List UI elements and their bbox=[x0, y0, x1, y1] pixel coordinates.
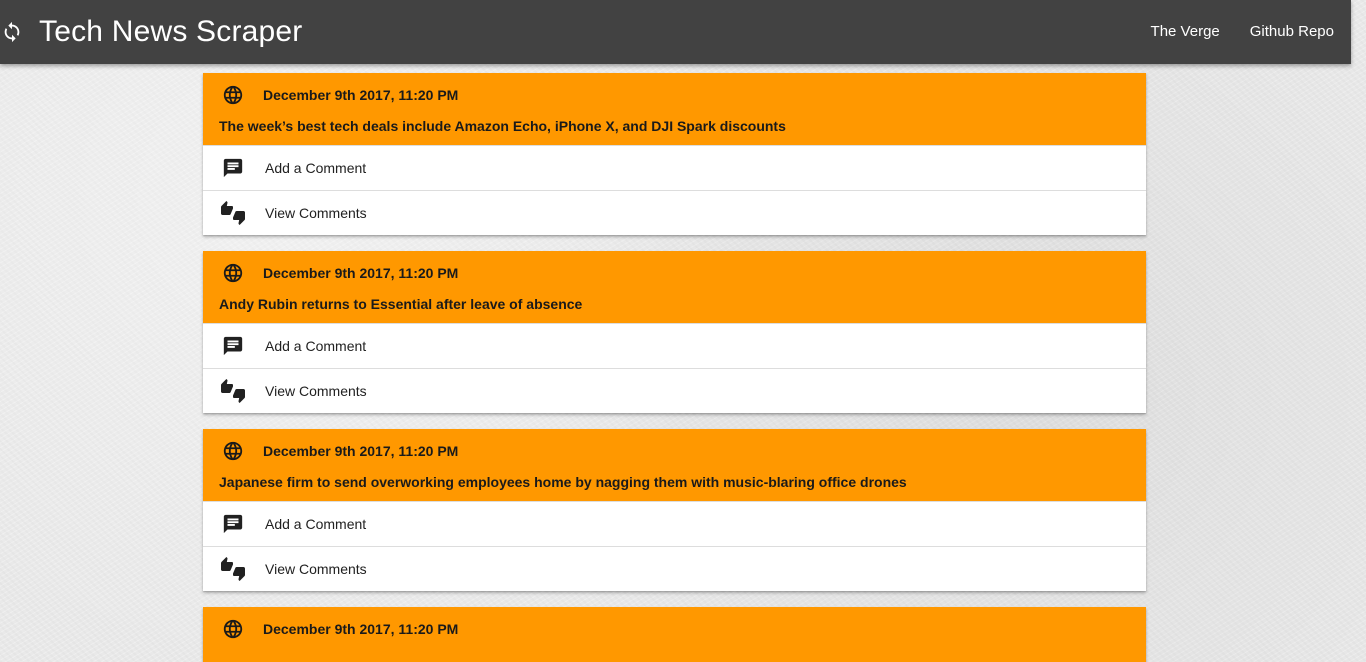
article-card: December 9th 2017, 11:20 PM The week’s b… bbox=[203, 73, 1146, 235]
comment-icon bbox=[221, 156, 245, 180]
view-comments-button[interactable]: View Comments bbox=[203, 190, 1146, 235]
article-date: December 9th 2017, 11:20 PM bbox=[263, 443, 459, 459]
article-list: December 9th 2017, 11:20 PM The week’s b… bbox=[203, 73, 1146, 662]
view-comments-label: View Comments bbox=[265, 205, 367, 221]
view-comments-label: View Comments bbox=[265, 383, 367, 399]
article-header: December 9th 2017, 11:20 PM Japanese fir… bbox=[203, 429, 1146, 501]
view-comments-button[interactable]: View Comments bbox=[203, 368, 1146, 413]
article-title[interactable]: Japanese firm to send overworking employ… bbox=[219, 474, 1130, 490]
article-card: December 9th 2017, 11:20 PM bbox=[203, 607, 1146, 662]
nav-links: The Verge Github Repo bbox=[1136, 0, 1351, 64]
add-comment-button[interactable]: Add a Comment bbox=[203, 501, 1146, 546]
article-header: December 9th 2017, 11:20 PM Andy Rubin r… bbox=[203, 251, 1146, 323]
view-comments-button[interactable]: View Comments bbox=[203, 546, 1146, 591]
view-comments-label: View Comments bbox=[265, 561, 367, 577]
thumbs-up-down-icon bbox=[221, 557, 245, 581]
globe-icon[interactable] bbox=[221, 83, 245, 107]
article-date: December 9th 2017, 11:20 PM bbox=[263, 87, 459, 103]
comment-icon bbox=[221, 334, 245, 358]
article-card: December 9th 2017, 11:20 PM Japanese fir… bbox=[203, 429, 1146, 591]
thumbs-up-down-icon bbox=[221, 379, 245, 403]
top-navbar: Tech News Scraper The Verge Github Repo bbox=[0, 0, 1351, 64]
add-comment-label: Add a Comment bbox=[265, 160, 367, 176]
article-header: December 9th 2017, 11:20 PM bbox=[203, 607, 1146, 662]
article-card: December 9th 2017, 11:20 PM Andy Rubin r… bbox=[203, 251, 1146, 413]
article-header: December 9th 2017, 11:20 PM The week’s b… bbox=[203, 73, 1146, 145]
globe-icon[interactable] bbox=[221, 617, 245, 641]
add-comment-button[interactable]: Add a Comment bbox=[203, 145, 1146, 190]
refresh-icon[interactable] bbox=[0, 20, 24, 44]
add-comment-button[interactable]: Add a Comment bbox=[203, 323, 1146, 368]
article-date: December 9th 2017, 11:20 PM bbox=[263, 265, 459, 281]
comment-icon bbox=[221, 512, 245, 536]
article-date: December 9th 2017, 11:20 PM bbox=[263, 621, 459, 637]
add-comment-label: Add a Comment bbox=[265, 516, 367, 532]
brand[interactable]: Tech News Scraper bbox=[0, 15, 303, 49]
nav-link-the-verge[interactable]: The Verge bbox=[1136, 0, 1235, 64]
nav-link-github-repo[interactable]: Github Repo bbox=[1235, 0, 1351, 64]
globe-icon[interactable] bbox=[221, 261, 245, 285]
article-title[interactable]: Andy Rubin returns to Essential after le… bbox=[219, 296, 1130, 312]
thumbs-up-down-icon bbox=[221, 201, 245, 225]
app-title[interactable]: Tech News Scraper bbox=[39, 15, 303, 49]
add-comment-label: Add a Comment bbox=[265, 338, 367, 354]
globe-icon[interactable] bbox=[221, 439, 245, 463]
article-title[interactable]: The week’s best tech deals include Amazo… bbox=[219, 118, 1130, 134]
